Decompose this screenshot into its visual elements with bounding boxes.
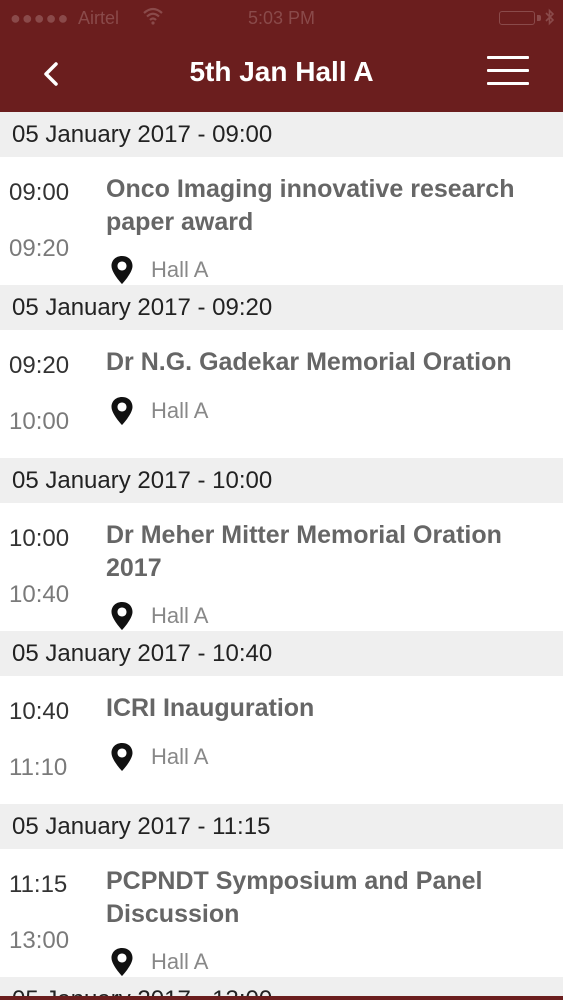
session-end-time: 13:00 bbox=[9, 927, 70, 954]
location-pin-icon bbox=[111, 743, 133, 771]
session-end-time: 10:40 bbox=[9, 581, 70, 608]
session-list: 05 January 2017 - 09:00 09:00 09:20 Onco… bbox=[0, 112, 563, 1000]
menu-button[interactable] bbox=[487, 56, 531, 90]
page-title: 5th Jan Hall A bbox=[189, 56, 374, 87]
section-header: 05 January 2017 - 09:00 bbox=[0, 112, 563, 157]
session-start-time: 10:40 bbox=[9, 698, 70, 725]
section-header: 05 January 2017 - 11:15 bbox=[0, 804, 563, 849]
status-bar: ●●●●● Airtel 5:03 PM bbox=[0, 0, 563, 36]
session-start-time: 09:00 bbox=[9, 179, 70, 206]
section-header: 05 January 2017 - 10:00 bbox=[0, 458, 563, 503]
session-title: Dr Meher Mitter Memorial Oration 2017 bbox=[106, 521, 502, 582]
session-start-time: 11:15 bbox=[9, 871, 68, 898]
bluetooth-icon bbox=[545, 8, 555, 31]
session-title: Onco Imaging innovative research paper a… bbox=[106, 175, 515, 236]
battery-icon bbox=[499, 11, 535, 25]
session-item[interactable]: 10:00 10:40 Dr Meher Mitter Memorial Ora… bbox=[0, 503, 563, 631]
battery-tip bbox=[537, 15, 541, 21]
session-end-time: 10:00 bbox=[9, 408, 70, 435]
bottom-edge bbox=[0, 996, 563, 1000]
location-pin-icon bbox=[111, 397, 133, 425]
session-title: ICRI Inauguration bbox=[106, 694, 315, 722]
session-item[interactable]: 11:15 13:00 PCPNDT Symposium and Panel D… bbox=[0, 849, 563, 977]
venue-label: Hall A bbox=[151, 603, 209, 628]
session-item[interactable]: 10:40 11:10 ICRI Inauguration Hall A bbox=[0, 676, 563, 804]
venue-label: Hall A bbox=[151, 949, 209, 974]
venue-label: Hall A bbox=[151, 398, 209, 423]
session-title: PCPNDT Symposium and Panel Discussion bbox=[106, 867, 483, 928]
session-end-time: 09:20 bbox=[9, 235, 70, 262]
location-pin-icon bbox=[111, 256, 133, 284]
session-title: Dr N.G. Gadekar Memorial Oration bbox=[106, 348, 512, 376]
session-start-time: 10:00 bbox=[9, 525, 70, 552]
location-pin-icon bbox=[111, 948, 133, 976]
hamburger-menu-icon bbox=[487, 56, 529, 59]
session-end-time: 11:10 bbox=[9, 754, 68, 781]
section-header: 05 January 2017 - 09:20 bbox=[0, 285, 563, 330]
session-item[interactable]: 09:00 09:20 Onco Imaging innovative rese… bbox=[0, 157, 563, 285]
venue-label: Hall A bbox=[151, 744, 209, 769]
section-header: 05 January 2017 - 10:40 bbox=[0, 631, 563, 676]
session-item[interactable]: 09:20 10:00 Dr N.G. Gadekar Memorial Ora… bbox=[0, 330, 563, 458]
nav-bar: 5th Jan Hall A bbox=[0, 36, 563, 112]
venue-label: Hall A bbox=[151, 257, 209, 282]
status-time: 5:03 PM bbox=[247, 8, 316, 28]
location-pin-icon bbox=[111, 602, 133, 630]
session-start-time: 09:20 bbox=[9, 352, 70, 379]
